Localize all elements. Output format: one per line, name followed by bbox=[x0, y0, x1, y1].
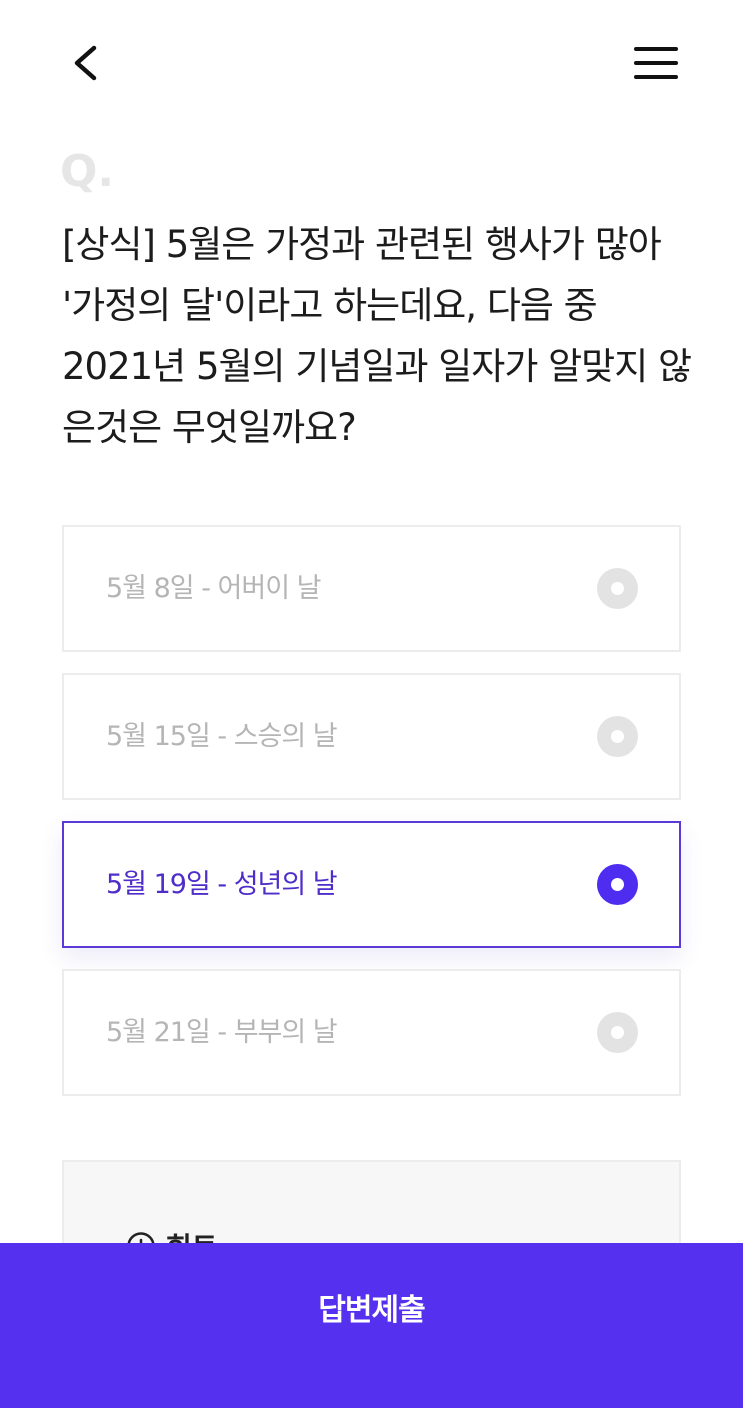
menu-button[interactable] bbox=[626, 36, 686, 90]
radio-dot bbox=[611, 878, 624, 891]
answer-option-3[interactable]: 5월 19일 - 성년의 날 bbox=[62, 821, 681, 948]
top-bar bbox=[0, 0, 743, 126]
chevron-left-icon bbox=[74, 45, 97, 81]
answer-option-2[interactable]: 5월 15일 - 스승의 날 bbox=[62, 673, 681, 800]
radio-dot bbox=[611, 1026, 624, 1039]
submit-button[interactable]: 답변제출 bbox=[0, 1243, 743, 1408]
option-label: 5월 8일 - 어버이 날 bbox=[106, 573, 321, 604]
radio-icon bbox=[597, 1012, 638, 1053]
option-label: 5월 19일 - 성년의 날 bbox=[106, 869, 338, 900]
back-button[interactable] bbox=[60, 36, 114, 90]
radio-icon bbox=[597, 568, 638, 609]
answer-option-1[interactable]: 5월 8일 - 어버이 날 bbox=[62, 525, 681, 652]
radio-icon bbox=[597, 864, 638, 905]
radio-dot bbox=[611, 582, 624, 595]
answer-option-4[interactable]: 5월 21일 - 부부의 날 bbox=[62, 969, 681, 1096]
question-text: [상식] 5월은 가정과 관련된 행사가 많아 '가정의 달'이라고 하는데요,… bbox=[62, 223, 692, 449]
radio-dot bbox=[611, 730, 624, 743]
option-label: 5월 21일 - 부부의 날 bbox=[106, 1017, 338, 1048]
hamburger-menu-icon bbox=[634, 47, 678, 79]
radio-icon bbox=[597, 716, 638, 757]
question-marker: Q. bbox=[60, 146, 115, 197]
answer-options: 5월 8일 - 어버이 날 5월 15일 - 스승의 날 5월 19일 - 성년… bbox=[62, 525, 681, 1117]
option-label: 5월 15일 - 스승의 날 bbox=[106, 721, 338, 752]
submit-label: 답변제출 bbox=[318, 1293, 425, 1328]
